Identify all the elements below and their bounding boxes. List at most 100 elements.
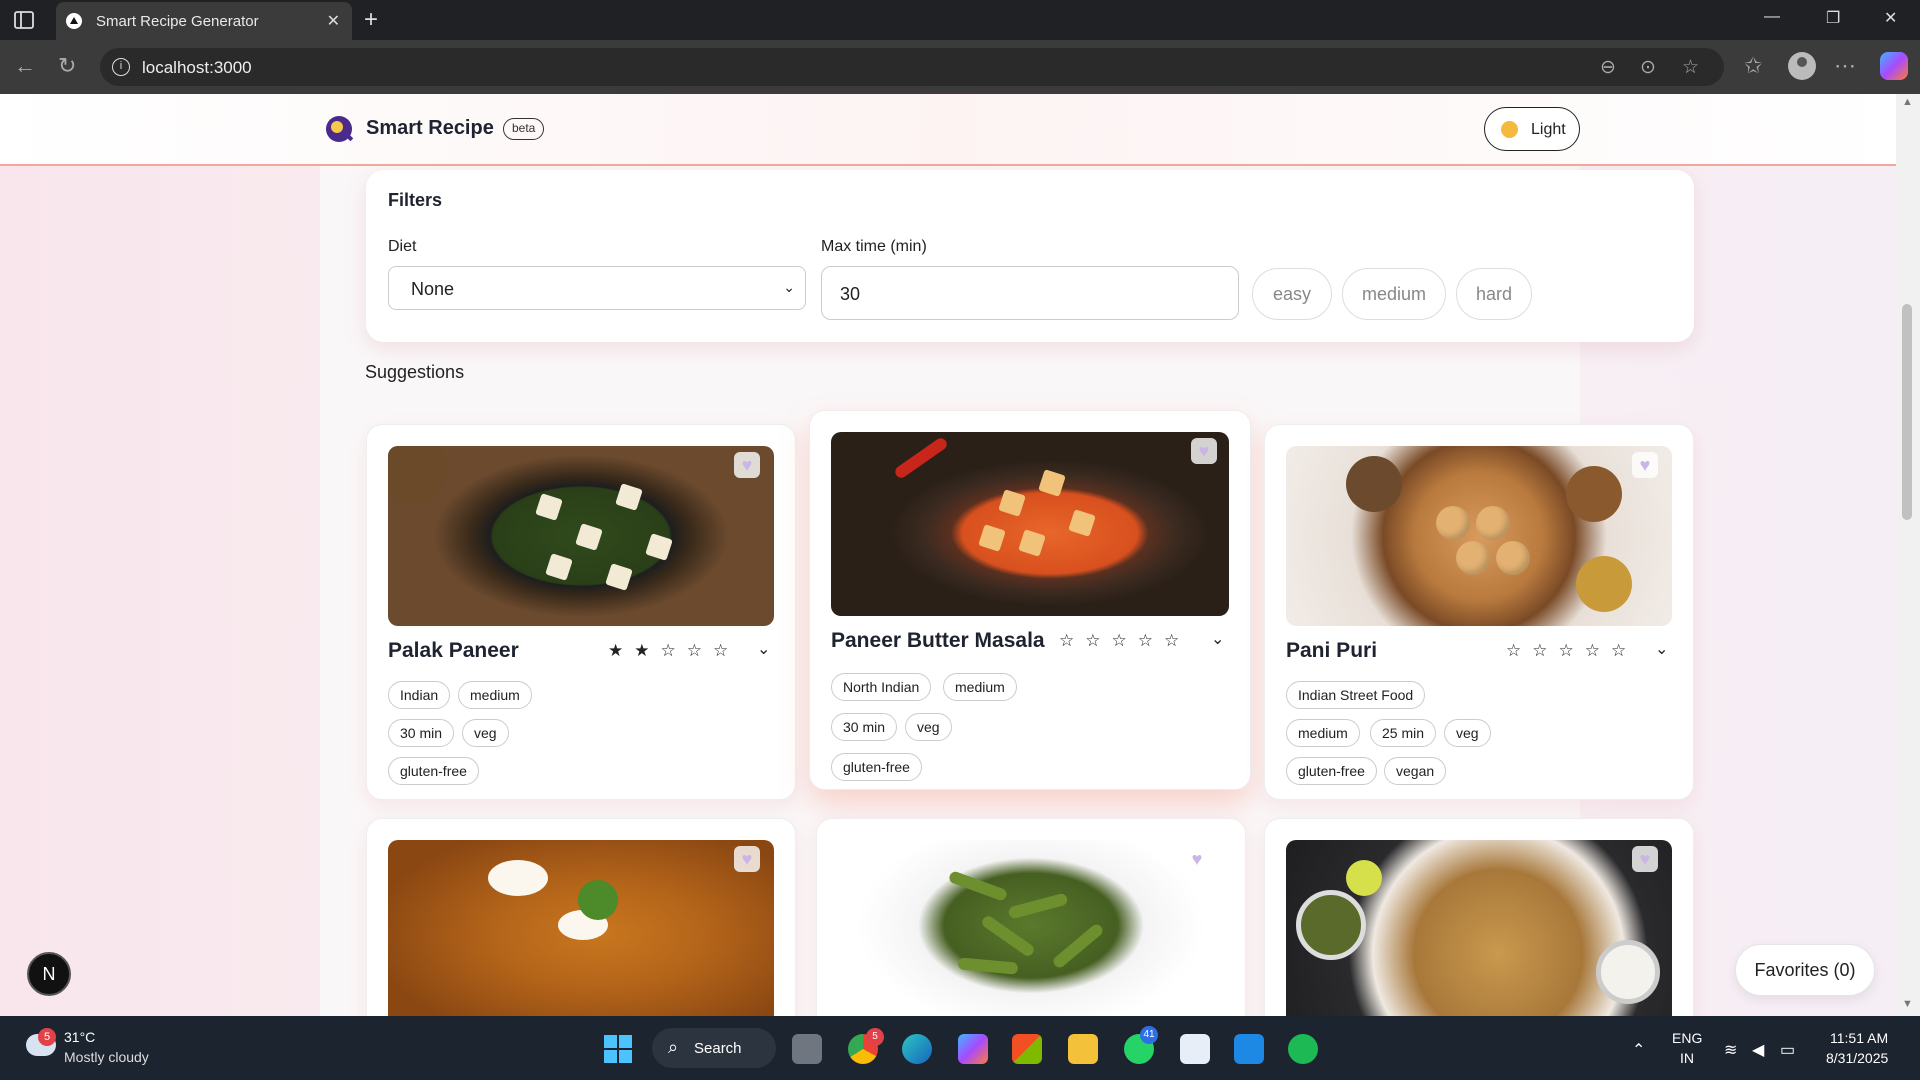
file-explorer-icon[interactable] [1068, 1034, 1098, 1064]
recipe-photo [831, 432, 1229, 616]
expand-chevron-icon[interactable]: ⌄ [1655, 639, 1668, 659]
clock-time[interactable]: 11:51 AM [1830, 1030, 1888, 1046]
favorite-heart-icon[interactable]: ♥ [1191, 438, 1217, 464]
recipe-tag: veg [905, 713, 952, 741]
clock-date[interactable]: 8/31/2025 [1826, 1050, 1888, 1066]
edge-icon[interactable] [902, 1034, 932, 1064]
diet-select[interactable]: None ⌄ [388, 266, 806, 310]
recipe-tag: gluten-free [831, 753, 922, 781]
search-label: Search [694, 1040, 742, 1057]
difficulty-easy-chip[interactable]: easy [1252, 268, 1332, 320]
reload-icon[interactable]: ↻ [58, 53, 76, 79]
star-rating[interactable]: ☆☆☆☆☆ [1506, 641, 1637, 661]
store-icon[interactable] [1012, 1034, 1042, 1064]
windows-start-icon[interactable] [604, 1035, 632, 1063]
scroll-thumb[interactable] [1902, 304, 1912, 520]
taskbar-search[interactable]: ⌕ Search [652, 1028, 776, 1068]
maximize-button[interactable]: ❐ [1826, 8, 1840, 28]
favorite-star-icon[interactable]: ☆ [1682, 56, 1699, 79]
recipe-card[interactable]: ♥ Palak Paneer ★★☆☆☆ ⌄ Indian medium 30 … [366, 424, 796, 800]
url-field[interactable]: i localhost:3000 ⊖ ⊙ ☆ [100, 48, 1724, 86]
copilot-app-icon[interactable] [958, 1034, 988, 1064]
recipe-title: Paneer Butter Masala [831, 629, 1045, 652]
whatsapp-badge: 41 [1140, 1026, 1158, 1044]
task-view-icon[interactable] [792, 1034, 822, 1064]
max-time-value: 30 [840, 284, 861, 304]
nextjs-favicon-icon [66, 13, 82, 29]
recipe-card[interactable]: ♥ [366, 818, 796, 1016]
difficulty-medium-chip[interactable]: medium [1342, 268, 1446, 320]
temperature[interactable]: 31°C [64, 1029, 95, 1045]
language-region[interactable]: IN [1680, 1050, 1694, 1066]
expand-chevron-icon[interactable]: ⌄ [757, 639, 770, 659]
browser-tab[interactable]: Smart Recipe Generator ✕ [56, 2, 352, 40]
recipe-photo [388, 446, 774, 626]
zoom-icon[interactable]: ⊖ [1600, 56, 1616, 79]
difficulty-hard-chip[interactable]: hard [1456, 268, 1532, 320]
recipe-tag: gluten-free [1286, 757, 1377, 785]
reader-icon[interactable]: ⊙ [1640, 56, 1656, 79]
recipe-tag: 30 min [831, 713, 898, 741]
recipe-title: Palak Paneer [388, 639, 519, 662]
minimize-button[interactable]: — [1764, 8, 1780, 26]
site-info-icon[interactable]: i [112, 58, 130, 76]
profile-avatar[interactable] [1788, 52, 1816, 80]
tab-close-icon[interactable]: ✕ [327, 11, 340, 31]
new-tab-button[interactable]: + [364, 6, 378, 34]
favorite-heart-icon[interactable]: ♥ [734, 452, 760, 478]
battery-icon[interactable]: ▭ [1780, 1040, 1795, 1060]
tab-title: Smart Recipe Generator [96, 13, 259, 30]
theme-toggle-button[interactable]: Light [1484, 107, 1580, 151]
recipe-card[interactable]: ♥ Paneer Butter Masala ☆☆☆☆☆ ⌄ North Ind… [809, 410, 1251, 790]
tab-actions-icon[interactable] [12, 8, 36, 32]
recipe-tag: veg [462, 719, 509, 747]
diet-value: None [411, 279, 455, 299]
scroll-up-icon[interactable]: ▲ [1902, 96, 1913, 108]
close-window-button[interactable]: ✕ [1884, 8, 1897, 28]
weather-description[interactable]: Mostly cloudy [64, 1049, 149, 1065]
favorites-list-icon[interactable]: ✩ [1744, 53, 1762, 79]
expand-chevron-icon[interactable]: ⌄ [1211, 629, 1224, 649]
diet-label: Diet [388, 238, 417, 255]
recipe-tag: Indian [388, 681, 451, 709]
recipe-photo [1286, 446, 1672, 626]
recipe-tag: North Indian [831, 673, 932, 701]
recipe-card[interactable]: ♥ [816, 818, 1246, 1016]
favorite-heart-icon[interactable]: ♥ [1632, 452, 1658, 478]
max-time-input[interactable]: 30 [821, 266, 1239, 320]
brand-name: Smart Recipe [366, 117, 494, 139]
notepad-icon[interactable] [1180, 1034, 1210, 1064]
spotify-icon[interactable] [1288, 1034, 1318, 1064]
back-icon[interactable]: ← [14, 53, 36, 79]
recipe-photo [388, 840, 774, 1016]
vscode-icon[interactable] [1234, 1034, 1264, 1064]
chevron-up-icon[interactable]: ⌃ [1632, 1040, 1645, 1060]
more-options-icon[interactable]: ⋯ [1834, 53, 1856, 79]
theme-label: Light [1531, 121, 1566, 138]
recipe-tag: vegan [1384, 757, 1447, 785]
recipe-tag: medium [943, 673, 1017, 701]
recipe-card[interactable]: ♥ [1264, 818, 1694, 1016]
site-header: Smart Recipe beta Light [0, 94, 1896, 166]
wifi-icon[interactable]: ≋ [1724, 1040, 1737, 1060]
star-rating[interactable]: ☆☆☆☆☆ [1059, 631, 1190, 651]
volume-icon[interactable]: ◀ [1752, 1040, 1764, 1060]
address-bar: ← ↻ i localhost:3000 ⊖ ⊙ ☆ ✩ ⋯ [0, 40, 1920, 94]
chevron-down-icon: ⌄ [783, 279, 795, 295]
page-viewport: Smart Recipe beta Light Filters Diet Non… [0, 94, 1920, 1016]
page-scrollbar[interactable]: ▲ ▼ [1896, 94, 1920, 1016]
copilot-icon[interactable] [1880, 52, 1908, 80]
favorite-heart-icon[interactable]: ♥ [1184, 846, 1210, 872]
scroll-down-icon[interactable]: ▼ [1902, 998, 1913, 1010]
favorites-button[interactable]: Favorites (0) [1735, 944, 1875, 996]
weather-badge: 5 [38, 1028, 56, 1046]
url-text[interactable]: localhost:3000 [142, 58, 252, 78]
favorite-heart-icon[interactable]: ♥ [734, 846, 760, 872]
recipe-photo [838, 840, 1224, 1016]
recipe-card[interactable]: ♥ Pani Puri ☆☆☆☆☆ ⌄ Indian Street Food m… [1264, 424, 1694, 800]
filters-title: Filters [388, 190, 443, 210]
nextjs-dev-badge[interactable]: N [27, 952, 71, 996]
favorite-heart-icon[interactable]: ♥ [1632, 846, 1658, 872]
language-code[interactable]: ENG [1672, 1030, 1702, 1046]
star-rating[interactable]: ★★☆☆☆ [608, 641, 739, 661]
